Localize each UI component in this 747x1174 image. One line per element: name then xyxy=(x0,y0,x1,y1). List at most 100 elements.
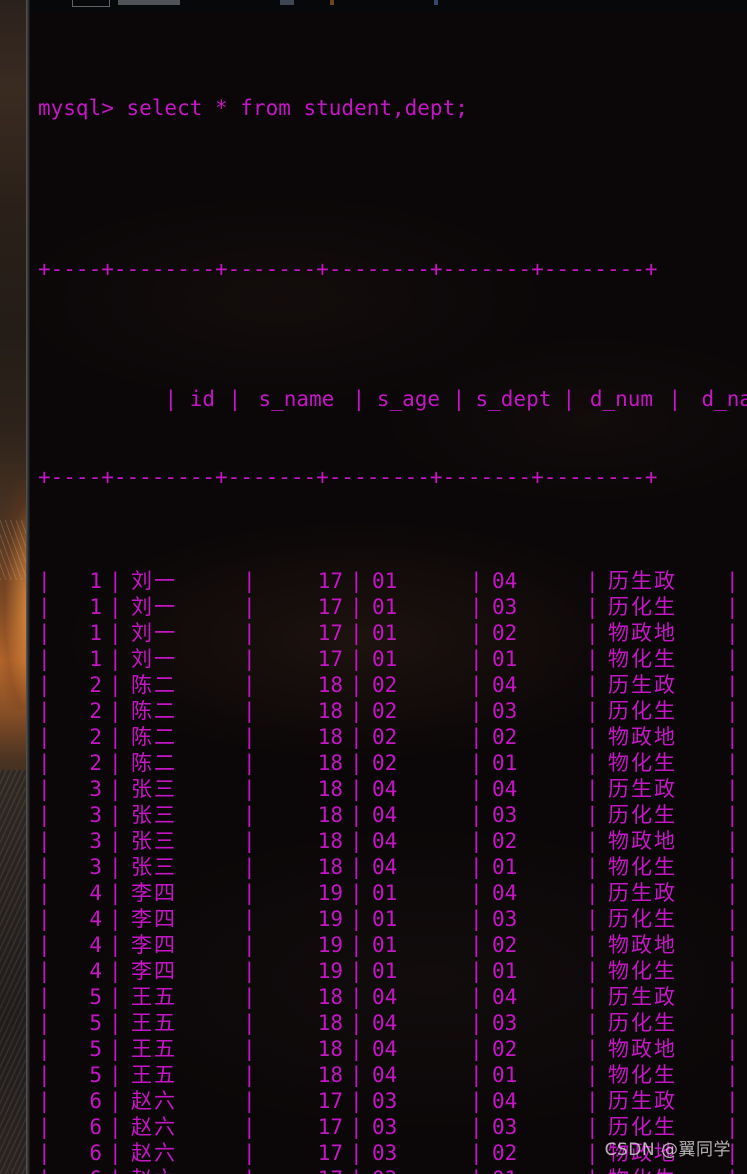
table-row: | 4 | 李四 | 19 | 01 | 04 | 历生政 | xyxy=(38,880,747,906)
table-border-glyph: | xyxy=(350,855,363,879)
table-border-glyph: | xyxy=(38,777,51,801)
table-border-glyph: | xyxy=(586,907,599,931)
table-row: | 4 | 李四 | 19 | 01 | 03 | 历化生 | xyxy=(38,906,747,932)
cell-d_num: 04 xyxy=(492,777,518,801)
table-border-glyph: | xyxy=(38,1063,51,1087)
table-border-glyph: | xyxy=(38,1115,51,1139)
table-border-glyph: | xyxy=(586,725,599,749)
table-border-glyph: | xyxy=(586,881,599,905)
table-border-glyph: | xyxy=(586,673,599,697)
table-row: | 3 | 张三 | 18 | 04 | 02 | 物政地 | xyxy=(38,828,747,854)
cell-d_num: 01 xyxy=(492,855,518,879)
column-header-d_num: d_num xyxy=(589,387,654,411)
cell-d_num: 03 xyxy=(492,1115,518,1139)
cell-id: 3 xyxy=(89,855,102,879)
command-line: mysql> select * from student,dept; xyxy=(38,96,468,120)
cell-id: 4 xyxy=(89,959,102,983)
cell-d_name: 物政地 xyxy=(608,621,677,645)
cell-id: 6 xyxy=(50,1166,109,1174)
terminal-window[interactable]: mysql> select * from student,dept; +----… xyxy=(30,0,747,1174)
table-border-glyph: | xyxy=(164,387,178,411)
table-row: | 1 | 刘一 | 17 | 01 | 02 | 物政地 | xyxy=(38,620,747,646)
table-border-glyph: | xyxy=(38,569,51,593)
table-border-glyph: | xyxy=(350,1115,363,1139)
table-row: | 4 | 李四 | 19 | 01 | 01 | 物化生 | xyxy=(38,958,747,984)
table-border-glyph: | xyxy=(243,1063,256,1087)
table-border-glyph: | xyxy=(38,855,51,879)
cell-s_age: 18 xyxy=(317,777,343,801)
table-border-glyph: | xyxy=(470,595,483,619)
column-header-id: id xyxy=(189,387,216,411)
table-border-glyph: | xyxy=(243,725,256,749)
table-row: | 3 | 张三 | 18 | 04 | 03 | 历化生 | xyxy=(38,802,747,828)
cell-d_num: 03 xyxy=(492,803,518,827)
cell-id: 3 xyxy=(89,777,102,801)
table-rule-top: +----+--------+-------+--------+-------+… xyxy=(38,257,658,281)
table-border-glyph: | xyxy=(470,1141,483,1165)
cell-s_dept: 02 xyxy=(372,725,398,749)
table-border-glyph: | xyxy=(470,725,483,749)
table-border-glyph: | xyxy=(350,725,363,749)
result-table: +----+--------+-------+--------+-------+… xyxy=(30,204,747,1174)
cell-s_age: 18 xyxy=(317,829,343,853)
table-border-glyph: | xyxy=(726,569,739,593)
table-border-glyph: | xyxy=(38,829,51,853)
cell-s_name: 陈二 xyxy=(131,699,177,723)
cell-s_dept: 01 xyxy=(372,647,398,671)
table-border-glyph: | xyxy=(350,569,363,593)
table-border-glyph: | xyxy=(350,881,363,905)
table-border-glyph: | xyxy=(586,777,599,801)
table-border-glyph: | xyxy=(350,777,363,801)
cell-d_name: 物化生 xyxy=(608,647,677,671)
cell-id: 5 xyxy=(89,1037,102,1061)
cell-s_age: 18 xyxy=(317,1037,343,1061)
table-row: |6|赵六|17|03|01|物化生| xyxy=(38,1166,747,1174)
table-border-glyph: | xyxy=(350,907,363,931)
table-border-glyph: | xyxy=(109,621,122,645)
cell-s_age: 19 xyxy=(317,907,343,931)
cell-s_name: 陈二 xyxy=(131,751,177,775)
table-row: | 5 | 王五 | 18 | 04 | 04 | 历生政 | xyxy=(38,984,747,1010)
cell-s_dept: 01 xyxy=(372,933,398,957)
table-border-glyph: | xyxy=(243,777,256,801)
table-border-glyph: | xyxy=(243,881,256,905)
table-border-glyph: | xyxy=(109,1141,122,1165)
cell-s_age: 17 xyxy=(255,1166,350,1174)
cell-s_name: 刘一 xyxy=(131,595,177,619)
table-border-glyph: | xyxy=(470,855,483,879)
table-border-glyph: | xyxy=(109,725,122,749)
cell-d_name: 历生政 xyxy=(608,985,677,1009)
table-border-glyph: | xyxy=(452,387,466,411)
cell-id: 5 xyxy=(89,985,102,1009)
desktop-wallpaper-strip xyxy=(0,0,26,1174)
table-border-glyph: | xyxy=(243,959,256,983)
cell-s_dept: 02 xyxy=(372,751,398,775)
table-border-glyph: | xyxy=(350,751,363,775)
table-border-glyph: | xyxy=(109,907,122,931)
table-border-glyph: | xyxy=(726,699,739,723)
cell-d_num: 02 xyxy=(492,621,518,645)
cell-s_dept: 03 xyxy=(372,1089,398,1113)
table-border-glyph: | xyxy=(109,699,122,723)
cell-s_name: 陈二 xyxy=(131,673,177,697)
table-border-glyph: | xyxy=(470,1037,483,1061)
cell-d_num: 03 xyxy=(492,595,518,619)
table-border-glyph: | xyxy=(562,387,576,411)
cell-s_name: 李四 xyxy=(131,959,177,983)
table-body: | 1 | 刘一 | 17 | 01 | 04 | 历生政 | | 1 | 刘一 | 17 | 01 | 03 | 历化生 | | 1… xyxy=(38,568,747,1174)
cell-s_name: 王五 xyxy=(131,1063,177,1087)
cell-d_num: 03 xyxy=(492,907,518,931)
table-border-glyph: | xyxy=(470,881,483,905)
cell-s_name: 刘一 xyxy=(131,569,177,593)
cell-s_age: 17 xyxy=(317,1115,343,1139)
table-border-glyph: | xyxy=(243,907,256,931)
console-output[interactable]: mysql> select * from student,dept; +----… xyxy=(30,12,747,1174)
cell-s_dept: 01 xyxy=(372,907,398,931)
cell-d_name: 历生政 xyxy=(608,1089,677,1113)
table-border-glyph: | xyxy=(726,647,739,671)
cell-s_name: 赵六 xyxy=(131,1089,177,1113)
titlebar-glyph-2 xyxy=(118,0,180,5)
table-border-glyph: | xyxy=(350,1166,363,1174)
table-row: | 1 | 刘一 | 17 | 01 | 04 | 历生政 | xyxy=(38,568,747,594)
table-border-glyph: | xyxy=(243,1037,256,1061)
